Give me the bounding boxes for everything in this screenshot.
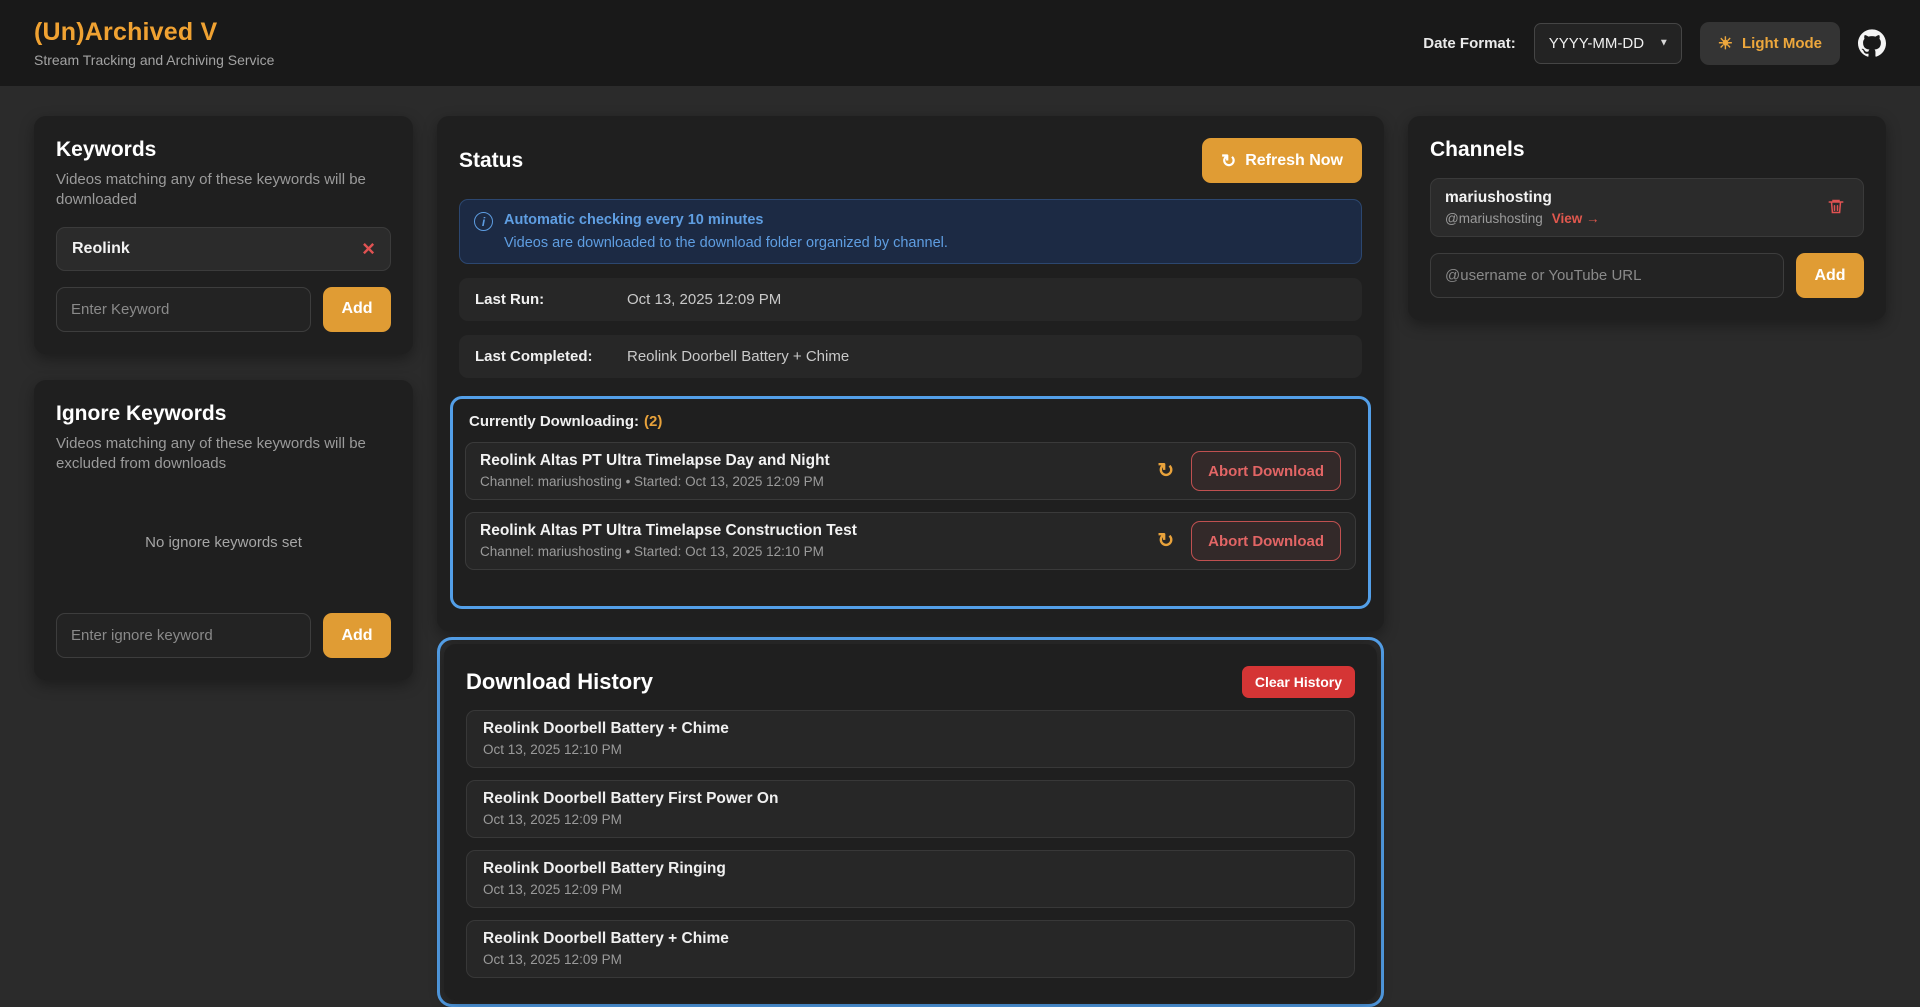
download-meta: Channel: mariushosting • Started: Oct 13… [480,474,830,490]
history-item: Reolink Doorbell Battery First Power On … [466,780,1355,838]
ignore-keyword-input-row: Add [56,613,391,658]
download-history-card: Download History Clear History Reolink D… [444,644,1377,1000]
info-icon: i [474,212,493,231]
download-item: Reolink Altas PT Ultra Timelapse Day and… [465,442,1356,500]
ignore-keyword-input[interactable] [56,613,311,658]
download-history-title: Download History [466,669,653,695]
history-item-title: Reolink Doorbell Battery + Chime [483,720,1338,738]
history-item: Reolink Doorbell Battery + Chime Oct 13,… [466,710,1355,768]
last-completed-value: Reolink Doorbell Battery + Chime [627,348,849,365]
history-item-title: Reolink Doorbell Battery Ringing [483,860,1338,878]
download-item-text: Reolink Altas PT Ultra Timelapse Day and… [480,452,830,490]
download-history-head: Download History Clear History [466,666,1355,698]
last-completed-label: Last Completed: [475,348,627,365]
right-column: Channels mariushosting @mariushosting Vi… [1408,116,1886,320]
refresh-now-label: Refresh Now [1245,152,1343,170]
ignore-keywords-card: Ignore Keywords Videos matching any of t… [34,380,413,681]
delete-channel-button[interactable] [1823,193,1849,223]
last-completed-row: Last Completed: Reolink Doorbell Battery… [459,335,1362,378]
app-title: (Un)Archived V [34,18,274,47]
channel-item-text: mariushosting @mariushosting View → [1445,189,1600,226]
keywords-title: Keywords [56,138,391,162]
close-icon[interactable]: × [362,240,375,258]
last-run-row: Last Run: Oct 13, 2025 12:09 PM [459,278,1362,321]
channels-card: Channels mariushosting @mariushosting Vi… [1408,116,1886,320]
info-banner: i Automatic checking every 10 minutes Vi… [459,199,1362,264]
keyword-input-row: Add [56,287,391,332]
last-run-label: Last Run: [475,291,627,308]
history-item-title: Reolink Doorbell Battery + Chime [483,930,1338,948]
channel-item: mariushosting @mariushosting View → [1430,178,1864,237]
history-item-title: Reolink Doorbell Battery First Power On [483,790,1338,808]
download-title: Reolink Altas PT Ultra Timelapse Day and… [480,452,830,470]
info-banner-text: Automatic checking every 10 minutes Vide… [504,211,948,252]
ignore-keywords-empty: No ignore keywords set [56,490,391,597]
channel-input-row: Add [1430,253,1864,298]
currently-downloading-highlight: Currently Downloading: (2) Reolink Altas … [450,396,1371,609]
status-card-head: Status ↻ Refresh Now [459,138,1362,183]
ignore-keywords-title: Ignore Keywords [56,402,391,426]
history-item-time: Oct 13, 2025 12:09 PM [483,812,1338,828]
history-item: Reolink Doorbell Battery + Chime Oct 13,… [466,920,1355,978]
keywords-card: Keywords Videos matching any of these ke… [34,116,413,354]
middle-column: Status ↻ Refresh Now i Automatic checkin… [437,116,1384,1007]
abort-download-button[interactable]: Abort Download [1191,521,1341,561]
history-item-time: Oct 13, 2025 12:09 PM [483,952,1338,968]
channel-name: mariushosting [1445,189,1600,207]
refresh-now-button[interactable]: ↻ Refresh Now [1202,138,1362,183]
left-column: Keywords Videos matching any of these ke… [34,116,413,680]
date-format-select-wrap: YYYY-MM-DD ▼ [1534,23,1682,64]
status-title: Status [459,149,523,173]
add-keyword-button[interactable]: Add [323,287,391,332]
app-header: (Un)Archived V Stream Tracking and Archi… [0,0,1920,86]
channel-sub: @mariushosting View → [1445,211,1600,226]
header-actions: Date Format: YYYY-MM-DD ▼ ☀ Light Mode [1423,22,1886,65]
app-subtitle: Stream Tracking and Archiving Service [34,52,274,68]
download-title: Reolink Altas PT Ultra Timelapse Constru… [480,522,857,540]
keyword-label: Reolink [72,240,130,258]
download-item: Reolink Altas PT Ultra Timelapse Constru… [465,512,1356,570]
channel-input[interactable] [1430,253,1784,298]
abort-download-button[interactable]: Abort Download [1191,451,1341,491]
download-history-highlight: Download History Clear History Reolink D… [437,637,1384,1007]
add-channel-button[interactable]: Add [1796,253,1864,298]
light-mode-button[interactable]: ☀ Light Mode [1700,22,1840,65]
date-format-label: Date Format: [1423,35,1516,52]
last-run-value: Oct 13, 2025 12:09 PM [627,291,781,308]
download-actions: ↻ Abort Download [1157,521,1341,561]
currently-downloading-head: Currently Downloading: (2) [465,411,1356,430]
download-actions: ↻ Abort Download [1157,451,1341,491]
main-content: Keywords Videos matching any of these ke… [0,86,1920,1007]
refresh-icon: ↻ [1157,531,1174,551]
download-item-text: Reolink Altas PT Ultra Timelapse Constru… [480,522,857,560]
keywords-description: Videos matching any of these keywords wi… [56,170,391,211]
add-ignore-keyword-button[interactable]: Add [323,613,391,658]
brand: (Un)Archived V Stream Tracking and Archi… [34,18,274,68]
channel-handle: @mariushosting [1445,211,1543,226]
history-item-time: Oct 13, 2025 12:09 PM [483,882,1338,898]
github-icon[interactable] [1858,29,1886,57]
history-item-time: Oct 13, 2025 12:10 PM [483,742,1338,758]
trash-icon [1827,197,1845,219]
clear-history-button[interactable]: Clear History [1242,666,1355,698]
sun-icon: ☀ [1718,35,1733,52]
channels-title: Channels [1430,138,1864,162]
light-mode-label: Light Mode [1742,35,1822,52]
keyword-item: Reolink × [56,227,391,271]
channel-view-link[interactable]: View → [1552,211,1600,226]
refresh-icon: ↻ [1157,461,1174,481]
info-line-1: Automatic checking every 10 minutes [504,211,948,229]
currently-downloading-label: Currently Downloading: [469,413,639,430]
date-format-select[interactable]: YYYY-MM-DD [1534,23,1682,64]
keyword-input[interactable] [56,287,311,332]
currently-downloading-count: (2) [644,413,662,430]
download-meta: Channel: mariushosting • Started: Oct 13… [480,544,857,560]
ignore-keywords-description: Videos matching any of these keywords wi… [56,434,391,475]
info-line-2: Videos are downloaded to the download fo… [504,234,948,252]
refresh-icon: ↻ [1221,152,1236,170]
history-item: Reolink Doorbell Battery Ringing Oct 13,… [466,850,1355,908]
status-card: Status ↻ Refresh Now i Automatic checkin… [437,116,1384,631]
